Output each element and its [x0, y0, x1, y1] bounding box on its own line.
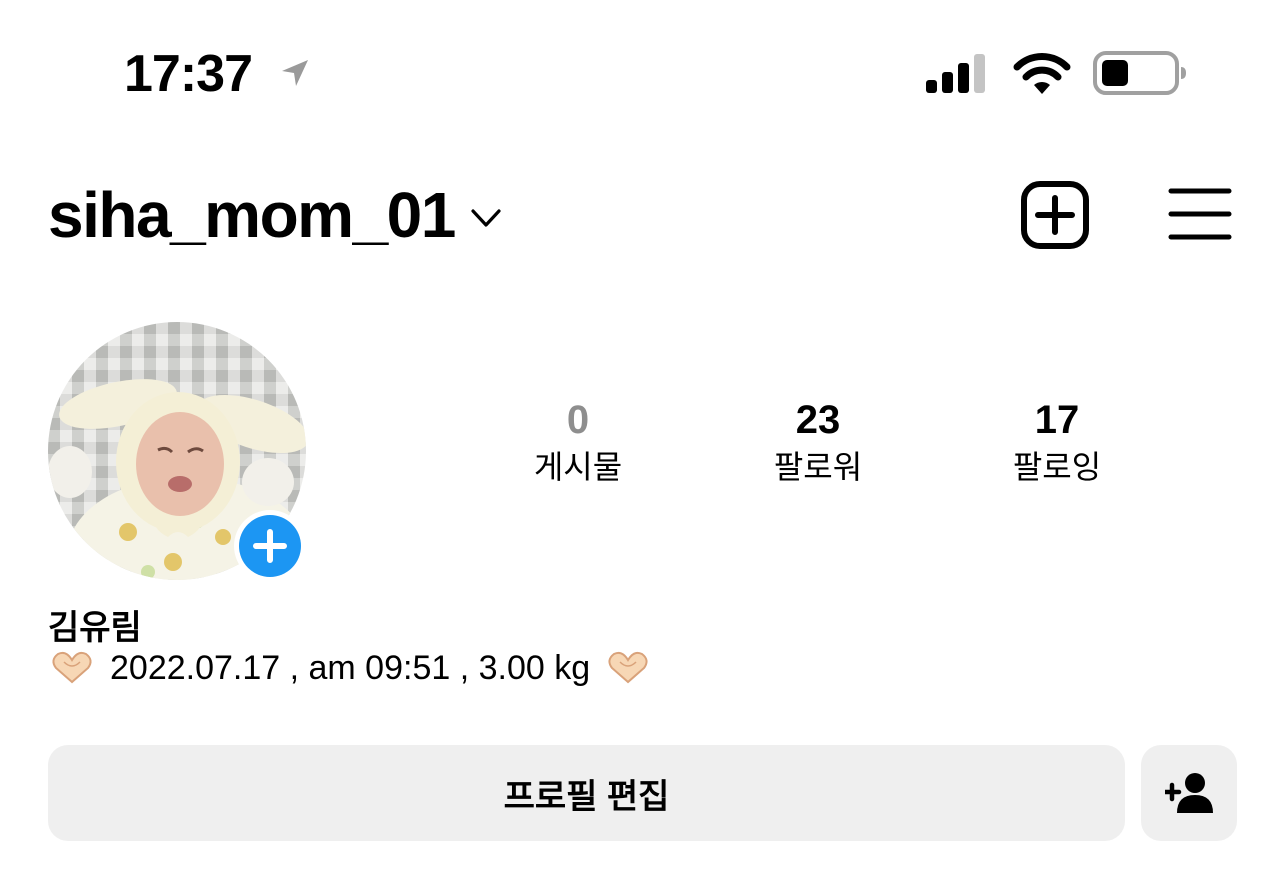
followers-stat[interactable]: 23 팔로워 — [718, 394, 918, 488]
heart-hands-icon — [52, 651, 92, 684]
chevron-down-icon — [471, 209, 501, 227]
posts-label: 게시물 — [533, 449, 623, 485]
wifi-icon — [1013, 53, 1071, 94]
username: siha_mom_01 — [48, 179, 456, 251]
account-switcher[interactable]: siha_mom_01 — [48, 178, 503, 252]
followers-count: 23 — [795, 398, 841, 442]
status-time: 17:37 — [124, 45, 253, 103]
hamburger-menu-icon[interactable] — [1168, 186, 1232, 242]
add-person-icon — [1165, 773, 1213, 813]
location-arrow-icon — [282, 60, 308, 86]
new-post-icon[interactable] — [1020, 180, 1090, 250]
followers-label: 팔로워 — [773, 449, 863, 485]
discover-people-button[interactable] — [1141, 745, 1237, 841]
bio: 2022.07.17 , am 09:51 , 3.00 kg — [48, 648, 652, 688]
cellular-signal-icon — [926, 54, 985, 93]
heart-hands-icon — [608, 651, 648, 684]
posts-count: 0 — [566, 398, 590, 442]
add-story-circle — [239, 515, 301, 577]
edit-profile-button[interactable]: 프로필 편집 — [48, 745, 1125, 841]
display-name: 김유림 — [48, 609, 142, 647]
plus-icon — [253, 529, 287, 563]
following-label: 팔로잉 — [1012, 449, 1102, 485]
profile-screen: 17:37 siha_mom_01 0 게시물 23 팔로워 17 팔로잉 김유… — [0, 0, 1284, 872]
following-count: 17 — [1034, 398, 1080, 442]
battery-icon — [1093, 51, 1186, 95]
posts-stat[interactable]: 0 게시물 — [478, 394, 678, 488]
following-stat[interactable]: 17 팔로잉 — [957, 394, 1157, 488]
bio-text: 2022.07.17 , am 09:51 , 3.00 kg — [110, 648, 591, 687]
add-story-button[interactable] — [234, 510, 306, 582]
